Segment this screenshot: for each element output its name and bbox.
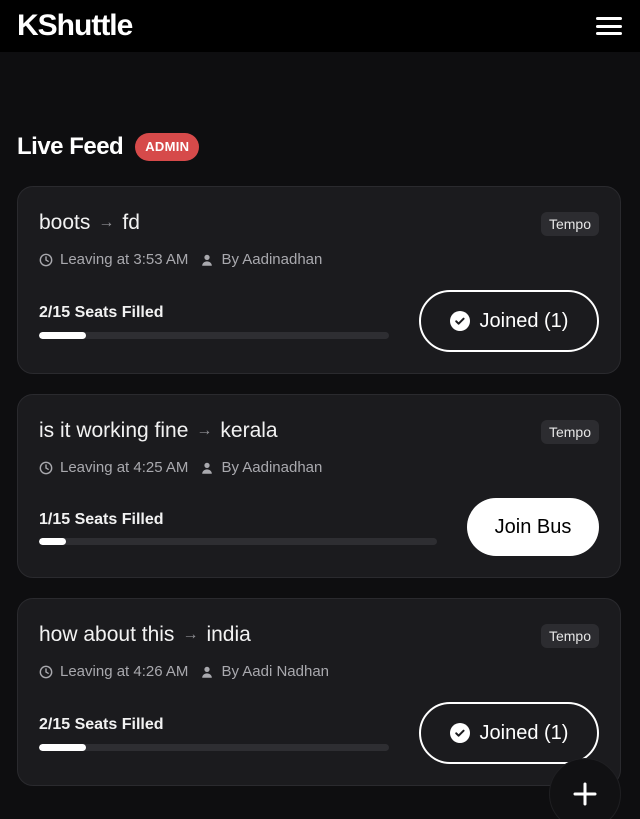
arrow-right-icon: → — [98, 214, 115, 231]
page-title: Live Feed — [17, 133, 124, 160]
check-circle-icon — [449, 723, 470, 743]
joined-button-label: Joined (1) — [479, 721, 569, 744]
user-icon — [202, 666, 213, 678]
leaving-time: Leaving at 3:53 AM — [60, 251, 189, 268]
user-icon — [202, 462, 213, 474]
seats-label: 2/15 Seats Filled — [39, 716, 164, 733]
leaving-time: Leaving at 4:26 AM — [60, 663, 189, 680]
route-from: is it working fine — [39, 419, 189, 442]
check-circle-icon — [449, 311, 470, 331]
author: By Aadi Nadhan — [200, 663, 329, 680]
route-to: kerala — [220, 419, 278, 442]
seats-progress-bar — [39, 744, 389, 751]
joined-button[interactable]: Joined (1) — [419, 290, 599, 352]
ride-card[interactable]: boots → fd Tempo Leaving at 3:53 AM By A… — [17, 186, 621, 374]
ride-meta: Leaving at 4:26 AM By Aadi Nadhan — [39, 663, 329, 680]
ride-card[interactable]: is it working fine → kerala Tempo Leavin… — [17, 394, 621, 578]
top-header: KShuttle — [0, 0, 640, 52]
hamburger-menu-icon[interactable] — [594, 14, 624, 38]
route-title: is it working fine → kerala — [39, 419, 278, 443]
ride-card[interactable]: how about this → india Tempo Leaving at … — [17, 598, 621, 786]
route-from: how about this — [39, 623, 175, 646]
seats-progress-bar — [39, 538, 437, 545]
joined-button[interactable]: Joined (1) — [419, 702, 599, 764]
admin-badge: ADMIN — [135, 133, 200, 161]
author-name: By Aadinadhan — [221, 459, 323, 476]
feed-header: Live Feed ADMIN — [17, 133, 200, 161]
arrow-right-icon: → — [182, 626, 199, 643]
clock-icon — [39, 665, 53, 678]
joined-button-label: Joined (1) — [479, 309, 569, 332]
author: By Aadinadhan — [200, 251, 322, 268]
clock-icon — [39, 461, 53, 474]
route-title: boots → fd — [39, 211, 140, 235]
seats-progress-fill — [39, 744, 86, 751]
vehicle-tag: Tempo — [540, 420, 599, 444]
arrow-right-icon: → — [196, 422, 213, 439]
seats-progress-fill — [39, 332, 86, 339]
author: By Aadinadhan — [200, 459, 322, 476]
vehicle-tag: Tempo — [540, 212, 599, 236]
join-bus-button[interactable]: Join Bus — [467, 498, 599, 556]
leaving-time: Leaving at 4:25 AM — [60, 459, 189, 476]
vehicle-tag: Tempo — [540, 624, 599, 648]
author-name: By Aadinadhan — [221, 251, 323, 268]
user-icon — [202, 254, 213, 266]
seats-progress-fill — [39, 538, 66, 545]
app-page: KShuttle Live Feed ADMIN boots → fd Temp… — [0, 0, 640, 819]
route-from: boots — [39, 211, 91, 234]
route-title: how about this → india — [39, 623, 251, 647]
plus-icon — [573, 782, 597, 806]
author-name: By Aadi Nadhan — [221, 663, 330, 680]
clock-icon — [39, 253, 53, 266]
seats-label: 1/15 Seats Filled — [39, 511, 164, 528]
route-to: india — [206, 623, 251, 646]
ride-meta: Leaving at 3:53 AM By Aadinadhan — [39, 251, 322, 268]
route-to: fd — [122, 211, 140, 234]
brand-logo[interactable]: KShuttle — [17, 9, 133, 43]
seats-progress-bar — [39, 332, 389, 339]
ride-meta: Leaving at 4:25 AM By Aadinadhan — [39, 459, 322, 476]
seats-label: 2/15 Seats Filled — [39, 304, 164, 321]
